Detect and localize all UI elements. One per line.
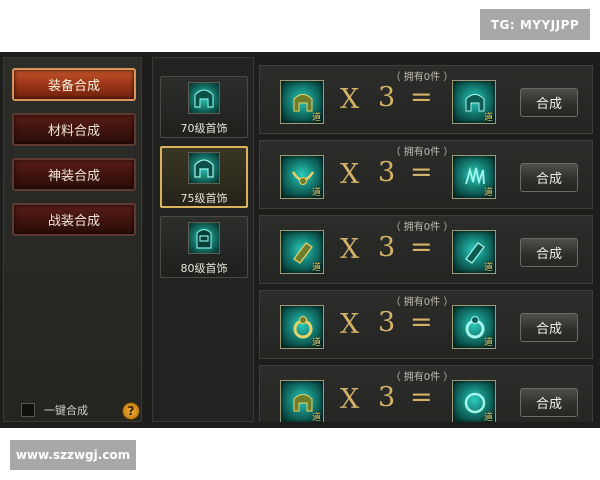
tier-panel: 70级首饰 75级首饰 80级首饰 xyxy=(152,57,254,422)
category-equipment-synthesis[interactable]: 装备合成 xyxy=(12,68,136,101)
item-tag: 道 xyxy=(311,188,321,198)
equals-sign: = xyxy=(410,232,433,263)
source-item-slot[interactable]: 道 xyxy=(280,230,324,274)
source-item-slot[interactable]: 道 xyxy=(280,305,324,349)
source-item-slot[interactable]: 道 xyxy=(280,80,324,124)
watermark-top: TG: MYYJJPP xyxy=(480,9,590,40)
helmet-icon xyxy=(188,222,220,254)
multiply-sign: X xyxy=(340,384,360,415)
multiply-sign: X xyxy=(340,159,360,190)
recipe-list[interactable]: （ 拥有0件 ） 道 X 3 = 道 合成 （ 拥有0件 ） 道 X 3 = 道… xyxy=(259,65,593,422)
tier-label: 70级首饰 xyxy=(180,122,228,135)
item-tag: 道 xyxy=(483,188,493,198)
one-key-synthesis-label: 一键合成 xyxy=(44,404,88,417)
tier-label: 80级首饰 xyxy=(180,262,228,275)
required-count: 3 xyxy=(378,232,396,263)
source-item-slot[interactable]: 道 xyxy=(280,155,324,199)
category-divine-gear-synthesis[interactable]: 神装合成 xyxy=(12,158,136,191)
category-battle-gear-synthesis[interactable]: 战装合成 xyxy=(12,203,136,236)
category-material-synthesis[interactable]: 材料合成 xyxy=(12,113,136,146)
synthesize-button[interactable]: 合成 xyxy=(520,388,578,417)
item-tag: 道 xyxy=(311,113,321,123)
synthesize-button[interactable]: 合成 xyxy=(520,163,578,192)
recipe-row: （ 拥有0件 ） 道 X 3 = 道 合成 xyxy=(259,140,593,209)
synthesize-button[interactable]: 合成 xyxy=(520,238,578,267)
item-tag: 道 xyxy=(483,413,493,422)
tier-70-accessory[interactable]: 70级首饰 xyxy=(160,76,248,138)
synthesize-button[interactable]: 合成 xyxy=(520,88,578,117)
result-item-slot[interactable]: 道 xyxy=(452,380,496,422)
required-count: 3 xyxy=(378,82,396,113)
item-tag: 道 xyxy=(483,338,493,348)
recipe-row: （ 拥有0件 ） 道 X 3 = 道 合成 xyxy=(259,65,593,134)
result-item-slot[interactable]: 道 xyxy=(452,305,496,349)
one-key-synthesis-checkbox[interactable] xyxy=(21,403,35,417)
source-item-slot[interactable]: 道 xyxy=(280,380,324,422)
tier-label: 75级首饰 xyxy=(180,192,228,205)
synthesis-window: 装备合成 材料合成 神装合成 战装合成 一键合成 ? 70级首饰 75级首饰 8… xyxy=(0,52,600,428)
help-icon[interactable]: ? xyxy=(122,402,140,420)
recipe-row: （ 拥有0件 ） 道 X 3 = 道 合成 xyxy=(259,365,593,422)
item-tag: 道 xyxy=(311,413,321,422)
helmet-icon xyxy=(188,82,220,114)
multiply-sign: X xyxy=(340,234,360,265)
tier-75-accessory[interactable]: 75级首饰 xyxy=(160,146,248,208)
required-count: 3 xyxy=(378,382,396,413)
item-tag: 道 xyxy=(483,263,493,273)
tier-80-accessory[interactable]: 80级首饰 xyxy=(160,216,248,278)
required-count: 3 xyxy=(378,307,396,338)
recipe-row: （ 拥有0件 ） 道 X 3 = 道 合成 xyxy=(259,215,593,284)
helmet-icon xyxy=(188,152,220,184)
recipe-row: （ 拥有0件 ） 道 X 3 = 道 合成 xyxy=(259,290,593,359)
result-item-slot[interactable]: 道 xyxy=(452,230,496,274)
equals-sign: = xyxy=(410,157,433,188)
item-tag: 道 xyxy=(311,338,321,348)
equals-sign: = xyxy=(410,82,433,113)
result-item-slot[interactable]: 道 xyxy=(452,80,496,124)
result-item-slot[interactable]: 道 xyxy=(452,155,496,199)
item-tag: 道 xyxy=(311,263,321,273)
synthesize-button[interactable]: 合成 xyxy=(520,313,578,342)
item-tag: 道 xyxy=(483,113,493,123)
multiply-sign: X xyxy=(340,84,360,115)
multiply-sign: X xyxy=(340,309,360,340)
category-panel: 装备合成 材料合成 神装合成 战装合成 一键合成 ? xyxy=(3,57,142,422)
watermark-bottom: www.szzwgj.com xyxy=(10,440,136,470)
required-count: 3 xyxy=(378,157,396,188)
equals-sign: = xyxy=(410,307,433,338)
equals-sign: = xyxy=(410,382,433,413)
